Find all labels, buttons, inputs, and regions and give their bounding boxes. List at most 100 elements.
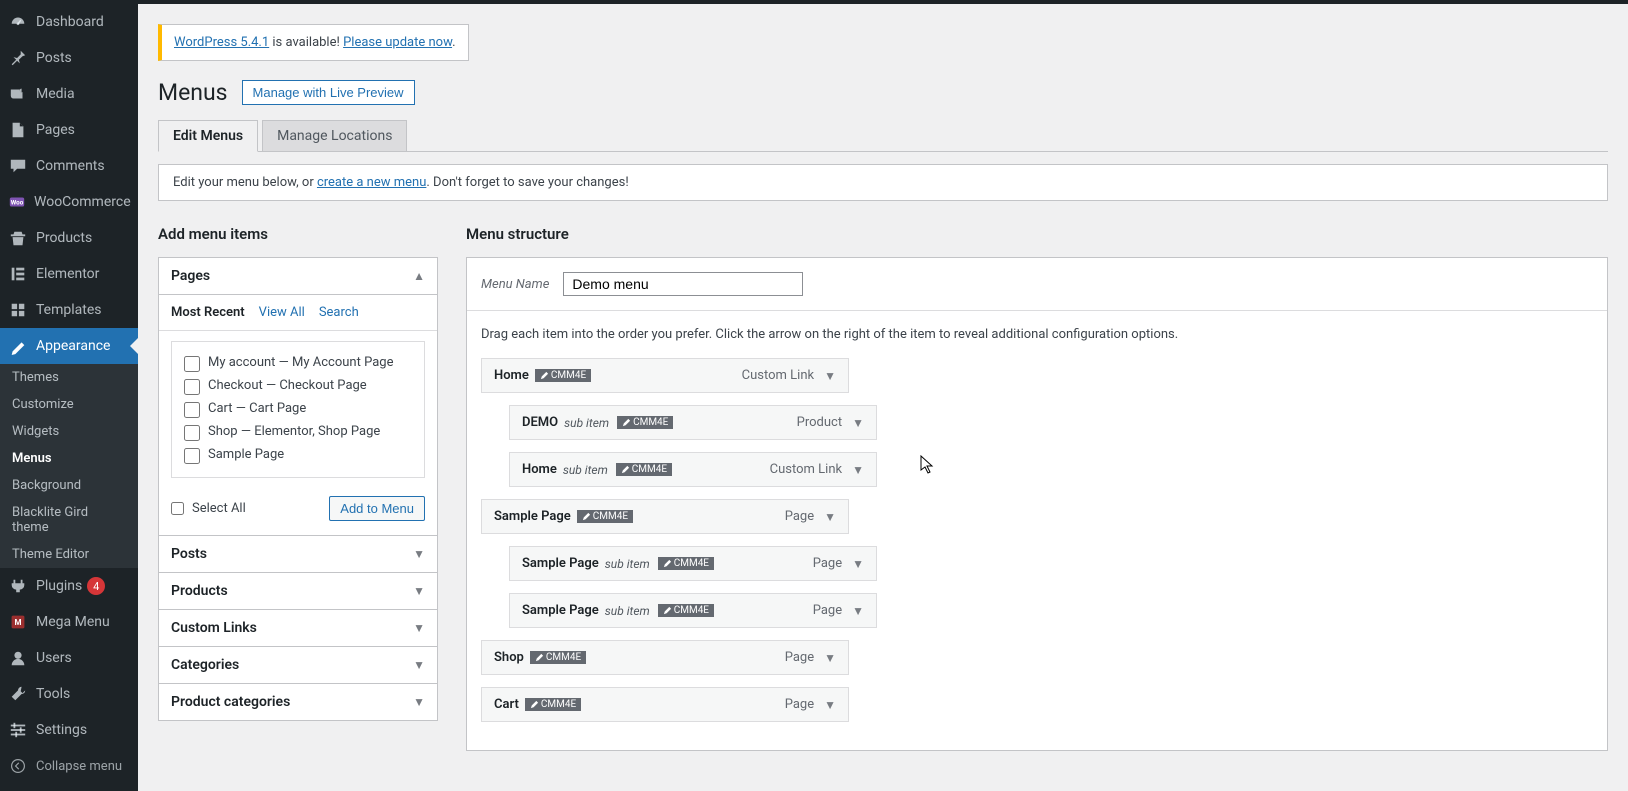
info-bar: Edit your menu below, or create a new me… xyxy=(158,164,1608,201)
sidebar-label: Appearance xyxy=(36,338,110,354)
page-checkbox-row[interactable]: Checkout — Checkout Page xyxy=(184,375,412,398)
chevron-down-icon[interactable]: ▼ xyxy=(824,510,836,524)
chevron-down-icon[interactable]: ▼ xyxy=(852,416,864,430)
menu-item-title: Home xyxy=(494,368,529,383)
select-all[interactable]: Select All xyxy=(171,501,246,516)
menu-name-row: Menu Name xyxy=(467,258,1607,311)
sidebar-label: Media xyxy=(36,86,75,102)
update-now-link[interactable]: Please update now xyxy=(343,35,452,50)
menu-item-head: Sample Pagesub item CMM4EPage▼ xyxy=(510,547,876,580)
sidebar-item-appearance[interactable]: Appearance xyxy=(0,328,138,364)
sidebar-label: Mega Menu xyxy=(36,614,110,630)
live-preview-button[interactable]: Manage with Live Preview xyxy=(242,80,415,105)
sidebar-sub-background[interactable]: Background xyxy=(0,472,138,499)
sidebar-sub-themes[interactable]: Themes xyxy=(0,364,138,391)
menu-item[interactable]: Shop CMM4EPage▼ xyxy=(481,640,849,675)
wp-version-link[interactable]: WordPress 5.4.1 xyxy=(174,35,269,50)
sidebar-item-tools[interactable]: Tools xyxy=(0,676,138,712)
sidebar-item-products[interactable]: Products xyxy=(0,220,138,256)
sidebar-sub-menus[interactable]: Menus xyxy=(0,445,138,472)
page-checkbox-row[interactable]: My account — My Account Page xyxy=(184,352,412,375)
menu-name-input[interactable] xyxy=(563,272,803,296)
sidebar-item-pages[interactable]: Pages xyxy=(0,112,138,148)
menu-hint: Drag each item into the order you prefer… xyxy=(481,327,1593,342)
sidebar-item-plugins[interactable]: Plugins4 xyxy=(0,568,138,604)
accordion-head[interactable]: Product categories▼ xyxy=(159,684,437,720)
accordion-head[interactable]: Products▼ xyxy=(159,573,437,609)
menu-body: Drag each item into the order you prefer… xyxy=(467,311,1607,750)
chevron-down-icon[interactable]: ▼ xyxy=(852,604,864,618)
cmm4e-badge[interactable]: CMM4E xyxy=(525,698,581,711)
inner-tab-search[interactable]: Search xyxy=(319,305,359,320)
cmm4e-badge[interactable]: CMM4E xyxy=(535,369,591,382)
page-title: Menus xyxy=(158,79,228,106)
chevron-down-icon[interactable]: ▼ xyxy=(852,463,864,477)
accordion-pages: Pages▲ Most Recent View All Search My accoun… xyxy=(158,257,438,536)
accordion-product-categories: Product categories▼ xyxy=(158,683,438,721)
sidebar-item-elementor[interactable]: Elementor xyxy=(0,256,138,292)
menu-item-title: Cart xyxy=(494,697,519,712)
page-checkbox[interactable] xyxy=(184,425,200,441)
cmm4e-badge[interactable]: CMM4E xyxy=(577,510,633,523)
sidebar-sub-blacklite-gird-theme[interactable]: Blacklite Gird theme xyxy=(0,499,138,541)
sidebar-item-woocommerce[interactable]: WooWooCommerce xyxy=(0,184,138,220)
cmm4e-badge[interactable]: CMM4E xyxy=(617,416,673,429)
select-all-checkbox[interactable] xyxy=(171,502,184,515)
cmm4e-badge[interactable]: CMM4E xyxy=(530,651,586,664)
cmm4e-badge[interactable]: CMM4E xyxy=(658,604,714,617)
accordion-head[interactable]: Pages▲ xyxy=(159,258,437,294)
tab-manage-locations[interactable]: Manage Locations xyxy=(262,120,407,151)
chevron-down-icon[interactable]: ▼ xyxy=(824,651,836,665)
sidebar-item-users[interactable]: Users xyxy=(0,640,138,676)
sidebar-sub-widgets[interactable]: Widgets xyxy=(0,418,138,445)
menu-item[interactable]: Homesub item CMM4ECustom Link▼ xyxy=(509,452,877,487)
chevron-down-icon[interactable]: ▼ xyxy=(852,557,864,571)
sidebar-item-comments[interactable]: Comments xyxy=(0,148,138,184)
sidebar-item-templates[interactable]: Templates xyxy=(0,292,138,328)
accordion-head[interactable]: Custom Links▼ xyxy=(159,610,437,646)
cmm4e-badge[interactable]: CMM4E xyxy=(658,557,714,570)
sidebar-item-mega-menu[interactable]: MMega Menu xyxy=(0,604,138,640)
sidebar-item-posts[interactable]: Posts xyxy=(0,40,138,76)
tab-edit-menus[interactable]: Edit Menus xyxy=(158,120,258,152)
page-checkbox[interactable] xyxy=(184,448,200,464)
menu-item[interactable]: Sample Page CMM4EPage▼ xyxy=(481,499,849,534)
accordion-head[interactable]: Posts▼ xyxy=(159,536,437,572)
add-to-menu-button[interactable]: Add to Menu xyxy=(329,496,425,521)
cmm4e-badge[interactable]: CMM4E xyxy=(616,463,672,476)
chevron-down-icon[interactable]: ▼ xyxy=(824,369,836,383)
page-checkbox[interactable] xyxy=(184,379,200,395)
sidebar-label: Users xyxy=(36,650,72,666)
page-checkbox-row[interactable]: Cart — Cart Page xyxy=(184,398,412,421)
page-checkbox-row[interactable]: Sample Page xyxy=(184,444,412,467)
page-checkbox-row[interactable]: Shop — Elementor, Shop Page xyxy=(184,421,412,444)
inner-tab-most-recent[interactable]: Most Recent xyxy=(171,305,245,320)
page-checkbox[interactable] xyxy=(184,356,200,372)
page-checkbox[interactable] xyxy=(184,402,200,418)
sidebar-sub-customize[interactable]: Customize xyxy=(0,391,138,418)
select-all-label: Select All xyxy=(192,501,246,516)
menu-item[interactable]: Sample Pagesub item CMM4EPage▼ xyxy=(509,593,877,628)
menu-item[interactable]: Sample Pagesub item CMM4EPage▼ xyxy=(509,546,877,581)
sidebar-item-settings[interactable]: Settings xyxy=(0,712,138,748)
sidebar-item-dashboard[interactable]: Dashboard xyxy=(0,4,138,40)
menu-item[interactable]: Home CMM4ECustom Link▼ xyxy=(481,358,849,393)
accordion-products: Products▼ xyxy=(158,572,438,610)
sidebar-item-media[interactable]: Media xyxy=(0,76,138,112)
sidebar-sub-theme-editor[interactable]: Theme Editor xyxy=(0,541,138,568)
menu-item-head: Homesub item CMM4ECustom Link▼ xyxy=(510,453,876,486)
menu-item[interactable]: Cart CMM4EPage▼ xyxy=(481,687,849,722)
page-label: My account — My Account Page xyxy=(208,355,393,370)
chevron-down-icon[interactable]: ▼ xyxy=(824,698,836,712)
page-label: Cart — Cart Page xyxy=(208,401,306,416)
menu-item-subtitle: sub item xyxy=(605,557,650,571)
inner-tab-view-all[interactable]: View All xyxy=(259,305,305,320)
accordion-head[interactable]: Categories▼ xyxy=(159,647,437,683)
menu-item-type: Custom Link xyxy=(770,462,842,477)
menu-item[interactable]: DEMOsub item CMM4EProduct▼ xyxy=(509,405,877,440)
collapse-menu[interactable]: Collapse menu xyxy=(0,748,138,784)
update-badge: 4 xyxy=(87,577,105,595)
sidebar-label: Templates xyxy=(36,302,102,318)
create-new-menu-link[interactable]: create a new menu xyxy=(317,175,426,190)
accordion-label: Custom Links xyxy=(171,620,257,636)
